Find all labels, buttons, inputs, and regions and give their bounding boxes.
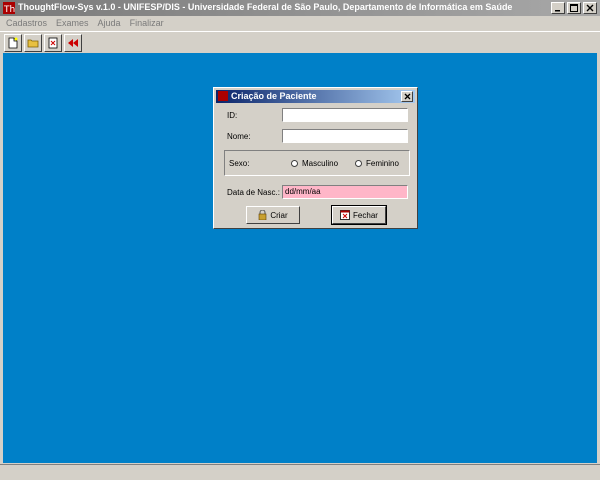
fechar-label: Fechar [353, 210, 378, 220]
toolbar [0, 31, 600, 53]
data-nasc-label: Data de Nasc.: [227, 188, 280, 197]
app-logo-icon [218, 91, 228, 101]
fechar-button[interactable]: Fechar [331, 205, 387, 225]
menu-exames[interactable]: Exames [56, 16, 89, 30]
sexo-label: Sexo: [229, 159, 250, 168]
sexo-group: Sexo: Masculino Feminino [224, 150, 410, 176]
status-bar [0, 464, 600, 480]
menu-cadastros[interactable]: Cadastros [6, 16, 47, 30]
new-button[interactable] [4, 33, 22, 52]
app-logo-icon: Th [3, 2, 15, 14]
menu-bar: Cadastros Exames Ajuda Finalizar [0, 16, 600, 30]
dialog-title: Criação de Paciente [231, 91, 317, 101]
dialog-titlebar[interactable]: Criação de Paciente [216, 90, 415, 103]
lock-icon [259, 210, 267, 220]
maximize-button[interactable] [567, 2, 581, 14]
radio-masculino[interactable]: Masculino [291, 159, 338, 168]
nome-label: Nome: [227, 132, 251, 141]
menu-finalizar[interactable]: Finalizar [130, 16, 164, 30]
close-icon [404, 93, 410, 100]
edit-button[interactable] [44, 33, 62, 52]
id-label: ID: [227, 111, 238, 120]
window-titlebar[interactable]: Th ThoughtFlow-Sys v.1.0 - UNIFESP/DIS -… [0, 0, 600, 16]
close-icon [586, 4, 594, 12]
open-button[interactable] [24, 33, 42, 52]
create-patient-dialog: Criação de Paciente ID: Nome: Sexo: Masc… [213, 87, 418, 229]
close-button[interactable] [583, 2, 597, 14]
open-folder-icon [27, 39, 39, 47]
dialog-close-button[interactable] [401, 91, 413, 102]
menu-ajuda[interactable]: Ajuda [98, 16, 121, 30]
data-nasc-field[interactable]: dd/mm/aa [282, 185, 408, 199]
criar-label: Criar [270, 210, 288, 220]
id-field[interactable] [282, 108, 408, 122]
maximize-icon [570, 4, 578, 12]
minimize-button[interactable] [551, 2, 565, 14]
radio-feminino[interactable]: Feminino [355, 159, 399, 168]
minimize-icon [555, 10, 560, 12]
nome-field[interactable] [282, 129, 408, 143]
close-door-icon [340, 210, 350, 220]
radio-circle-icon [291, 160, 298, 167]
svg-text:Th: Th [3, 5, 15, 14]
back-button[interactable] [64, 33, 82, 52]
radio-circle-icon [355, 160, 362, 167]
back-icon [68, 38, 78, 47]
new-icon [8, 37, 18, 48]
window-title: ThoughtFlow-Sys v.1.0 - UNIFESP/DIS - Un… [18, 2, 513, 12]
radio-feminino-label: Feminino [366, 159, 399, 168]
edit-icon [48, 37, 58, 48]
radio-masculino-label: Masculino [302, 159, 339, 168]
criar-button[interactable]: Criar [246, 206, 300, 224]
